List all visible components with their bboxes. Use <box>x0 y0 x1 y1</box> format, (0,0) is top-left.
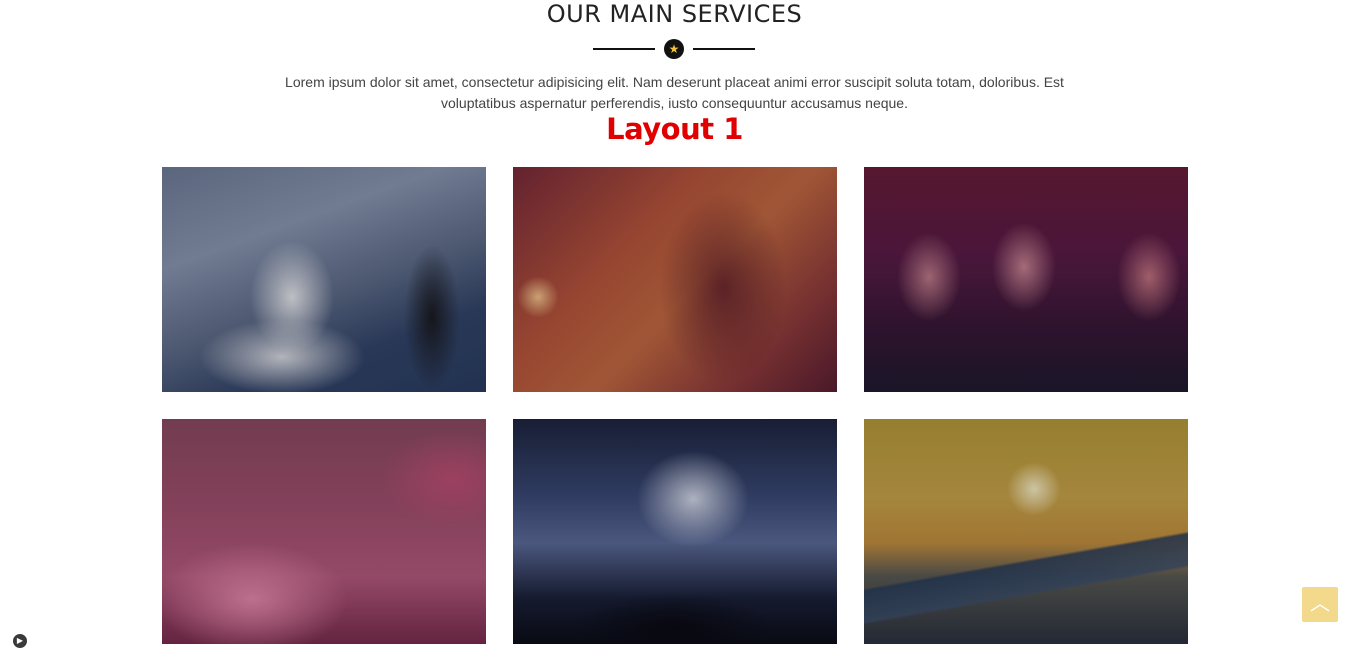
divider-line-right <box>693 48 755 50</box>
section-title: OUR MAIN SERVICES <box>546 0 803 28</box>
description-line-1: Lorem ipsum dolor sit amet, consectetur … <box>285 74 1064 90</box>
service-card-airport[interactable] <box>864 419 1188 644</box>
play-icon[interactable]: ▶ <box>13 634 27 648</box>
service-card-birthday[interactable] <box>162 419 486 644</box>
section-description: Lorem ipsum dolor sit amet, consectetur … <box>260 72 1089 114</box>
service-card-concert[interactable] <box>513 167 837 392</box>
title-divider: ★ <box>593 39 755 59</box>
scroll-to-top-button[interactable]: ︿ <box>1302 587 1338 622</box>
service-card-masquerade[interactable] <box>864 167 1188 392</box>
layout-label: Layout 1 <box>606 112 743 146</box>
service-card-wedding[interactable] <box>162 167 486 392</box>
divider-line-left <box>593 48 655 50</box>
description-line-2: voluptatibus aspernatur perferendis, ius… <box>441 95 908 111</box>
star-icon: ★ <box>664 39 684 59</box>
chevron-up-icon: ︿ <box>1310 593 1330 615</box>
service-card-crowd[interactable] <box>513 419 837 644</box>
